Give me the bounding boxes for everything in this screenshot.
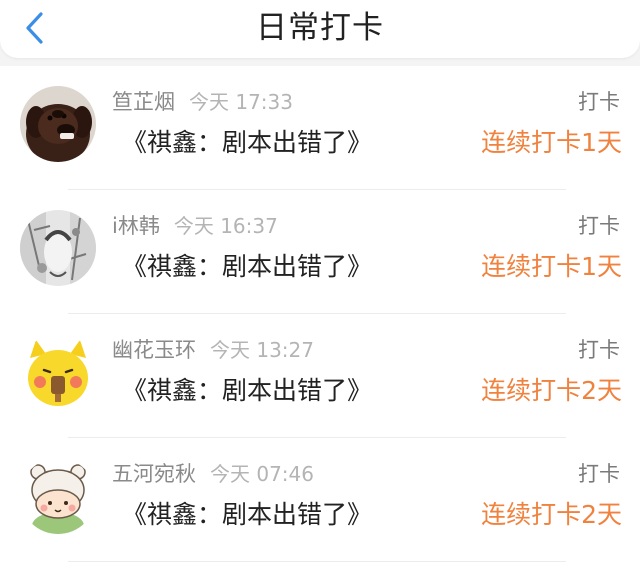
user-name[interactable]: 笪芷烟 — [112, 90, 175, 114]
streak-label: 连续打卡1天 — [481, 128, 622, 157]
divider — [68, 561, 566, 562]
streak-label: 连续打卡2天 — [481, 500, 622, 529]
checkin-content[interactable]: 《祺鑫：剧本出错了》 — [122, 374, 372, 408]
checkin-button[interactable]: 打卡 — [578, 336, 620, 364]
streak-label: 连续打卡2天 — [481, 376, 622, 405]
item-meta: 笪芷烟 今天 17:33 — [112, 88, 293, 116]
yellow-cartoon-avatar[interactable] — [20, 334, 96, 410]
item-meta: 五河宛秋 今天 07:46 — [112, 460, 314, 488]
sketch-avatar[interactable] — [20, 210, 96, 286]
page-title: 日常打卡 — [256, 10, 384, 46]
checkin-button[interactable]: 打卡 — [578, 88, 620, 116]
user-name[interactable]: 五河宛秋 — [112, 462, 196, 486]
checkin-time: 今天 13:27 — [210, 338, 314, 362]
item-meta: i林韩 今天 16:37 — [112, 212, 278, 240]
list-item[interactable]: 幽花玉环 今天 13:27 《祺鑫：剧本出错了》 打卡 连续打卡2天 — [0, 314, 640, 438]
list-item[interactable]: 笪芷烟 今天 17:33 《祺鑫：剧本出错了》 打卡 连续打卡1天 — [0, 66, 640, 190]
dog-avatar[interactable] — [20, 86, 96, 162]
checkin-button[interactable]: 打卡 — [578, 212, 620, 240]
checkin-time: 今天 17:33 — [189, 90, 293, 114]
checkin-content[interactable]: 《祺鑫：剧本出错了》 — [122, 126, 372, 160]
item-meta: 幽花玉环 今天 13:27 — [112, 336, 314, 364]
user-name[interactable]: 幽花玉环 — [112, 338, 196, 362]
checkin-content[interactable]: 《祺鑫：剧本出错了》 — [122, 498, 372, 532]
top-bar: 日常打卡 — [0, 0, 640, 58]
bear-cartoon-avatar[interactable] — [20, 458, 96, 534]
checkin-time: 今天 16:37 — [173, 214, 278, 238]
checkin-button[interactable]: 打卡 — [578, 460, 620, 488]
list-item[interactable]: i林韩 今天 16:37 《祺鑫：剧本出错了》 打卡 连续打卡1天 — [0, 190, 640, 314]
streak-label: 连续打卡1天 — [481, 252, 622, 281]
checkin-list: 笪芷烟 今天 17:33 《祺鑫：剧本出错了》 打卡 连续打卡1天 i林韩 今天 1… — [0, 66, 640, 571]
checkin-time: 今天 07:46 — [210, 462, 314, 486]
checkin-content[interactable]: 《祺鑫：剧本出错了》 — [122, 250, 372, 284]
user-name[interactable]: i林韩 — [112, 214, 160, 238]
list-item[interactable]: 五河宛秋 今天 07:46 《祺鑫：剧本出错了》 打卡 连续打卡2天 — [0, 438, 640, 562]
